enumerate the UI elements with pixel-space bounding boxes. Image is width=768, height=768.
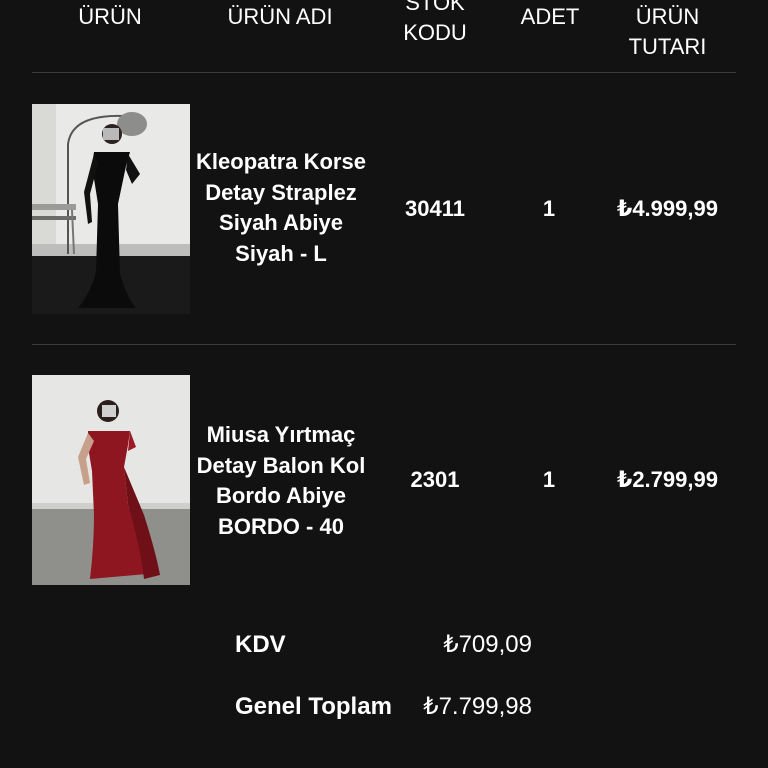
header-divider (32, 72, 736, 73)
quantity-value: 1 (542, 467, 556, 492)
quantity-value: 1 (542, 196, 556, 221)
header-product-total: ÜRÜN TUTARI (628, 4, 707, 59)
tax-label: KDV (235, 631, 286, 658)
product-image-black-dress[interactable] (32, 104, 190, 314)
header-quantity: ADET (520, 4, 580, 29)
row-divider (32, 344, 736, 345)
tax-value: ₺709,09 (443, 631, 532, 658)
stock-code: 30411 (405, 196, 465, 221)
product-image-burgundy-dress[interactable] (32, 375, 190, 585)
grand-total-label: Genel Toplam (235, 693, 392, 720)
product-name[interactable]: Kleopatra Korse Detay Straplez Siyah Abi… (190, 147, 372, 269)
header-product-name: ÜRÜN ADI (227, 4, 333, 29)
grand-total-value: ₺7.799,98 (423, 693, 532, 720)
product-name[interactable]: Miusa Yırtmaç Detay Balon Kol Bordo Abiy… (190, 420, 372, 542)
product-price: ₺4.999,99 (617, 196, 718, 221)
header-product: ÜRÜN (78, 4, 142, 29)
stock-code: 2301 (410, 467, 460, 492)
product-price: ₺2.799,99 (617, 467, 718, 492)
order-summary-page: ÜRÜN ÜRÜN ADI STOK KODU ADET ÜRÜN TUTARI… (0, 0, 768, 768)
header-stock-code: STOK KODU (403, 0, 467, 45)
